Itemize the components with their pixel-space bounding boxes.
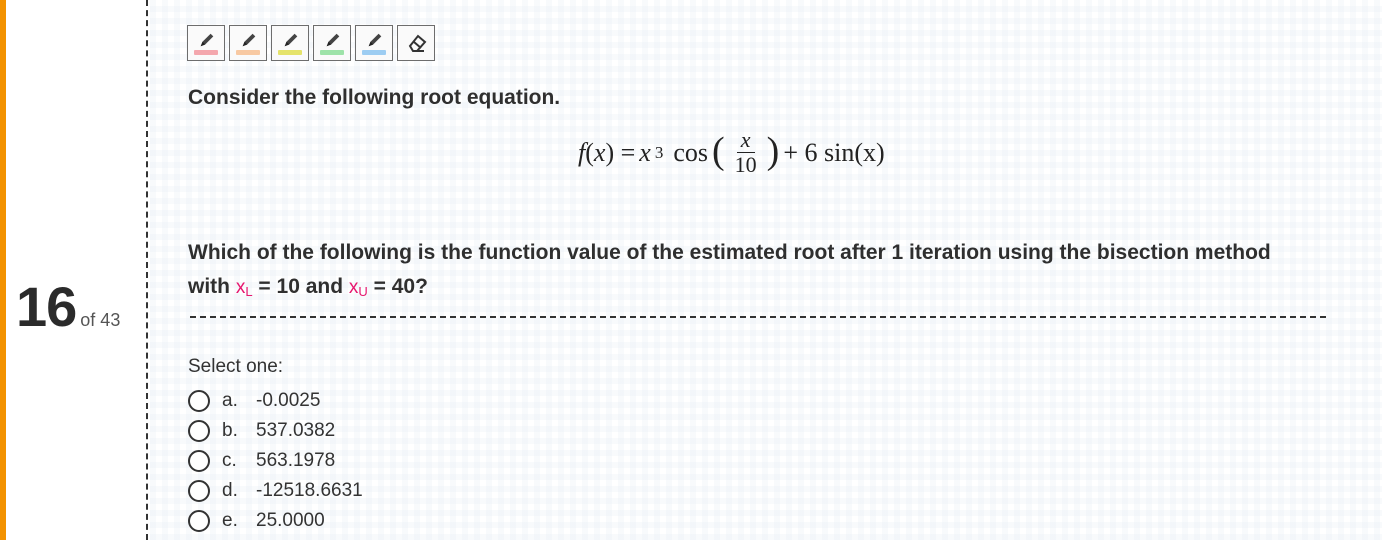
question-line2: with xL = 10 and xU = 40?: [188, 270, 1328, 309]
eraser-button[interactable]: [397, 25, 435, 61]
option-value: 537.0382: [256, 420, 336, 441]
option-letter: d.: [222, 480, 238, 501]
root-equation: f(x) = x3 cos ( x 10 ) + 6 sin(x): [578, 128, 885, 177]
question-number-current: 16: [16, 275, 77, 338]
color-swatch-green: [320, 50, 344, 55]
color-swatch-orange: [236, 50, 260, 55]
question-intro: Consider the following root equation.: [188, 86, 561, 109]
pencil-icon: [242, 33, 256, 47]
pencil-red-button[interactable]: [187, 25, 225, 61]
equation-exponent: 3: [654, 142, 664, 162]
question-line2-prefix: with: [188, 275, 230, 298]
pencil-orange-button[interactable]: [229, 25, 267, 61]
color-swatch-blue: [362, 50, 386, 55]
fraction-denominator: 10: [734, 152, 757, 177]
equation-cos: cos: [673, 137, 708, 167]
equation-term1: x: [639, 137, 651, 167]
xu-value: = 40?: [373, 275, 428, 298]
color-swatch-yellow: [278, 50, 302, 55]
option-value: -12518.6631: [256, 480, 363, 501]
vertical-divider: [146, 0, 148, 540]
answer-options: a. -0.0025 b. 537.0382 c. 563.1978 d. -1…: [188, 386, 363, 536]
radio-button[interactable]: [188, 510, 210, 532]
question-number-total: of 43: [80, 310, 121, 330]
option-c[interactable]: c. 563.1978: [188, 446, 363, 476]
radio-button[interactable]: [188, 420, 210, 442]
accent-bar: [0, 0, 6, 540]
option-value: 563.1978: [256, 450, 336, 471]
option-letter: c.: [222, 450, 237, 471]
color-swatch-red: [194, 50, 218, 55]
xu-variable: xU: [348, 277, 368, 299]
option-d[interactable]: d. -12518.6631: [188, 476, 363, 506]
option-letter: b.: [222, 420, 238, 441]
question-text: Which of the following is the function v…: [188, 236, 1328, 309]
radio-button[interactable]: [188, 450, 210, 472]
pencil-icon: [326, 33, 340, 47]
pencil-icon: [284, 33, 298, 47]
pencil-yellow-button[interactable]: [271, 25, 309, 61]
xl-variable: xL: [235, 277, 253, 299]
radio-button[interactable]: [188, 390, 210, 412]
option-a[interactable]: a. -0.0025: [188, 386, 363, 416]
select-one-label: Select one:: [188, 356, 284, 377]
question-number: 16 of 43: [16, 274, 120, 339]
xu-subscript: U: [358, 284, 368, 299]
pencil-green-button[interactable]: [313, 25, 351, 61]
equation-lhs: f(x) =: [578, 137, 636, 167]
option-e[interactable]: e. 25.0000: [188, 506, 363, 536]
pencil-blue-button[interactable]: [355, 25, 393, 61]
radio-button[interactable]: [188, 480, 210, 502]
equation-rest: + 6 sin(x): [783, 137, 885, 167]
fraction-numerator: x: [736, 128, 755, 153]
option-letter: a.: [222, 390, 238, 411]
option-b[interactable]: b. 537.0382: [188, 416, 363, 446]
left-paren: (: [712, 129, 725, 172]
xl-var-symbol: x: [235, 277, 246, 298]
pencil-icon: [368, 33, 382, 47]
option-letter: e.: [222, 510, 238, 531]
horizontal-dashed-divider: [190, 316, 1326, 318]
option-value: -0.0025: [256, 390, 321, 411]
right-paren: ): [766, 129, 780, 172]
option-value: 25.0000: [256, 510, 325, 531]
question-line1: Which of the following is the function v…: [188, 241, 1271, 264]
eraser-icon: [408, 34, 427, 52]
xl-value: = 10 and: [258, 275, 344, 298]
xl-subscript: L: [245, 284, 253, 299]
pencil-icon: [200, 33, 214, 47]
annotation-toolbar: [187, 25, 435, 61]
equation-fraction: x 10: [731, 128, 761, 177]
xu-var-symbol: x: [348, 277, 359, 298]
